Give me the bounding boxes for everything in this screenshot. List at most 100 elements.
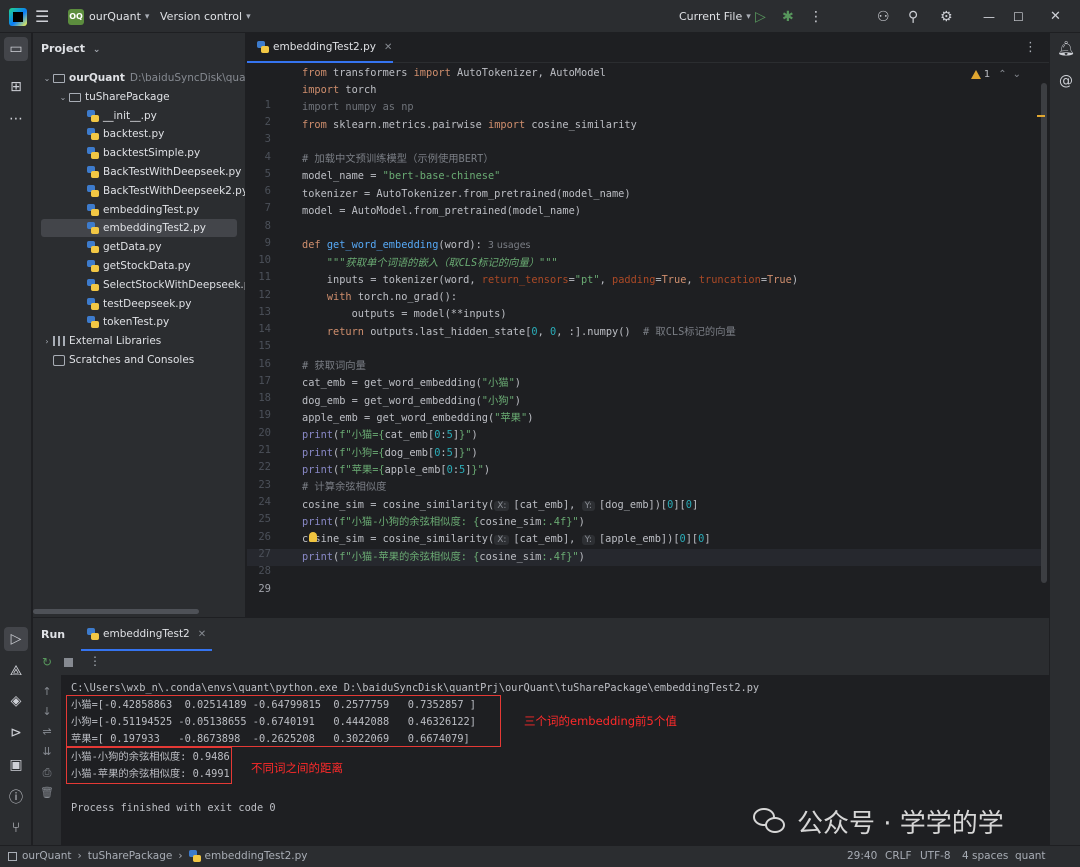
services-icon[interactable]: ⊳ bbox=[4, 721, 28, 745]
code-line: import numpy as np bbox=[302, 101, 414, 113]
trash-icon[interactable]: 🗑︎ bbox=[40, 786, 54, 799]
code-line: print(f"小狗={dog_emb[0:5]}") bbox=[302, 447, 478, 459]
line-number: 15 bbox=[258, 340, 271, 352]
soft-wrap-icon[interactable]: ⇌ bbox=[40, 725, 54, 738]
external-libraries-label: External Libraries bbox=[69, 335, 162, 347]
python-packages-icon[interactable]: ⟁ bbox=[4, 659, 28, 683]
more-icon[interactable]: ⋮ bbox=[809, 0, 831, 33]
line-separator[interactable]: CRLF bbox=[885, 850, 912, 862]
maximize-icon[interactable]: ☐ bbox=[1013, 0, 1035, 33]
tree-file[interactable]: BackTestWithDeepseek2.py bbox=[87, 182, 245, 200]
editor-tab[interactable]: embeddingTest2.py ✕ bbox=[247, 33, 393, 63]
tree-file[interactable]: backtestSimple.py bbox=[87, 144, 200, 162]
tree-file[interactable]: getStockData.py bbox=[87, 257, 191, 275]
project-badge: OQ bbox=[68, 8, 84, 25]
project-panel-header[interactable]: Project ⌄ bbox=[41, 42, 100, 55]
code-area[interactable]: 1 2 3 4 5 6 7 8 9 10 11 12 13 14 15 16 17 18 19 20 21 22 23 24 2… bbox=[247, 65, 1042, 595]
python-interpreter[interactable]: quant bbox=[1015, 850, 1046, 862]
run-panel: Run embeddingTest2 ✕ ↻ ⋮ ↑ ↓ ⇌ ⇊ ⎙ 🗑︎ C:… bbox=[33, 618, 1049, 846]
code-line: cat_emb = get_word_embedding("小猫") bbox=[302, 377, 521, 389]
close-tab-icon[interactable]: ✕ bbox=[384, 42, 392, 53]
more-icon[interactable]: ⋮ bbox=[89, 654, 101, 668]
notifications-icon[interactable]: 🔔︎ bbox=[1054, 37, 1078, 61]
expand-arrow-icon[interactable]: ⌄ bbox=[57, 93, 69, 102]
breadcrumb-item[interactable]: ourQuant bbox=[22, 850, 72, 862]
wechat-icon bbox=[753, 807, 787, 836]
expand-arrow-icon[interactable]: › bbox=[41, 337, 53, 346]
git-icon[interactable]: ⑂ bbox=[4, 816, 28, 840]
tree-file[interactable]: embeddingTest.py bbox=[87, 201, 199, 219]
code-line: model_name = "bert-base-chinese" bbox=[302, 170, 501, 182]
file-encoding[interactable]: UTF-8 bbox=[920, 850, 951, 862]
vertical-scrollbar[interactable] bbox=[1041, 83, 1047, 583]
scratches-label: Scratches and Consoles bbox=[69, 354, 195, 366]
add-user-icon[interactable]: ⚇ bbox=[877, 0, 899, 33]
close-icon[interactable]: ✕ bbox=[1050, 0, 1072, 33]
tree-file[interactable]: backtest.py bbox=[87, 125, 164, 143]
tree-package[interactable]: ⌄ tuSharePackage bbox=[57, 88, 170, 106]
warning-marker[interactable] bbox=[1037, 115, 1045, 117]
search-icon[interactable]: ⚲ bbox=[908, 0, 930, 33]
left-tool-stripe: ▭ ⊞ ⋯ ▷ ⟁ ◈ ⊳ ▣ ⓘ ⑂ bbox=[0, 33, 32, 845]
vcs-menu[interactable]: Version control ▾ bbox=[160, 0, 251, 33]
run-config-selector[interactable]: Current File ▾ bbox=[679, 0, 751, 33]
code-line: """获取单个词语的嵌入（取CLS标记的向量）""" bbox=[302, 257, 558, 269]
problems-icon[interactable]: ⓘ bbox=[4, 785, 28, 809]
parameter-hint: Y: bbox=[581, 535, 595, 545]
tree-file[interactable]: tokenTest.py bbox=[87, 313, 169, 331]
run-panel-title: Run bbox=[41, 628, 66, 641]
ai-assistant-icon[interactable]: @ bbox=[1054, 69, 1078, 93]
tree-file[interactable]: __init__.py bbox=[87, 107, 157, 125]
tree-file[interactable]: BackTestWithDeepseek.py bbox=[87, 163, 241, 181]
layers-icon[interactable]: ◈ bbox=[4, 689, 28, 713]
more-tools-icon[interactable]: ⋯ bbox=[4, 107, 28, 131]
python-file-icon bbox=[87, 298, 99, 310]
parameter-hint: X: bbox=[494, 501, 510, 511]
project-tool-icon[interactable]: ▭ bbox=[4, 37, 28, 61]
root-name: ourQuant bbox=[69, 72, 125, 84]
project-switcher[interactable]: OQ ourQuant ▾ bbox=[68, 0, 149, 33]
tree-file[interactable]: SelectStockWithDeepseek.py bbox=[87, 276, 245, 294]
breadcrumb-item[interactable]: tuSharePackage bbox=[88, 850, 173, 862]
right-tool-stripe: 🔔︎ @ bbox=[1049, 33, 1080, 845]
run-tool-icon[interactable]: ▷ bbox=[4, 627, 28, 651]
arrow-up-icon[interactable]: ↑ bbox=[40, 685, 54, 698]
tree-file[interactable]: getData.py bbox=[87, 238, 162, 256]
stop-icon[interactable] bbox=[64, 658, 73, 667]
run-tab[interactable]: embeddingTest2 ✕ bbox=[81, 619, 213, 651]
tab-options-icon[interactable]: ⋮ bbox=[1024, 40, 1037, 55]
intention-bulb-icon[interactable] bbox=[309, 532, 317, 542]
main-menu-icon[interactable]: ☰ bbox=[35, 0, 57, 33]
file-name: BackTestWithDeepseek.py bbox=[103, 166, 242, 178]
print-icon[interactable]: ⎙ bbox=[40, 766, 54, 780]
horizontal-scrollbar[interactable] bbox=[33, 609, 199, 614]
terminal-icon[interactable]: ▣ bbox=[4, 753, 28, 777]
python-file-icon bbox=[87, 166, 99, 178]
console-line: Process finished with exit code 0 bbox=[71, 802, 276, 814]
annotation-distance: 不同词之间的距离 bbox=[251, 761, 343, 775]
tree-file-selected[interactable]: embeddingTest2.py bbox=[41, 219, 237, 237]
line-number: 8 bbox=[264, 220, 271, 232]
debug-icon[interactable]: ✱ bbox=[782, 0, 804, 33]
structure-tool-icon[interactable]: ⊞ bbox=[4, 75, 28, 99]
indent-setting[interactable]: 4 spaces bbox=[962, 850, 1008, 862]
rerun-icon[interactable]: ↻ bbox=[42, 655, 52, 669]
expand-arrow-icon[interactable]: ⌄ bbox=[41, 74, 53, 83]
settings-icon[interactable]: ⚙ bbox=[940, 0, 962, 33]
close-tab-icon[interactable]: ✕ bbox=[198, 629, 206, 640]
tree-root[interactable]: ⌄ ourQuant D:\baiduSyncDisk\quantPrj bbox=[41, 69, 245, 87]
vcs-label: Version control bbox=[160, 10, 243, 23]
scroll-to-end-icon[interactable]: ⇊ bbox=[40, 745, 54, 758]
caret-position[interactable]: 29:40 bbox=[847, 850, 877, 862]
line-number: 12 bbox=[258, 289, 271, 301]
minimize-icon[interactable]: — bbox=[983, 0, 1005, 33]
run-icon[interactable]: ▷ bbox=[755, 0, 777, 33]
code-line: inputs = tokenizer(word, return_tensors=… bbox=[302, 274, 799, 286]
tree-file[interactable]: testDeepseek.py bbox=[87, 295, 192, 313]
line-number: 18 bbox=[258, 392, 271, 404]
package-folder-icon bbox=[69, 92, 81, 102]
tree-scratches[interactable]: Scratches and Consoles bbox=[53, 351, 194, 369]
breadcrumb-item[interactable]: embeddingTest2.py bbox=[205, 850, 308, 862]
tree-external-libraries[interactable]: › External Libraries bbox=[41, 332, 161, 350]
arrow-down-icon[interactable]: ↓ bbox=[40, 705, 54, 718]
